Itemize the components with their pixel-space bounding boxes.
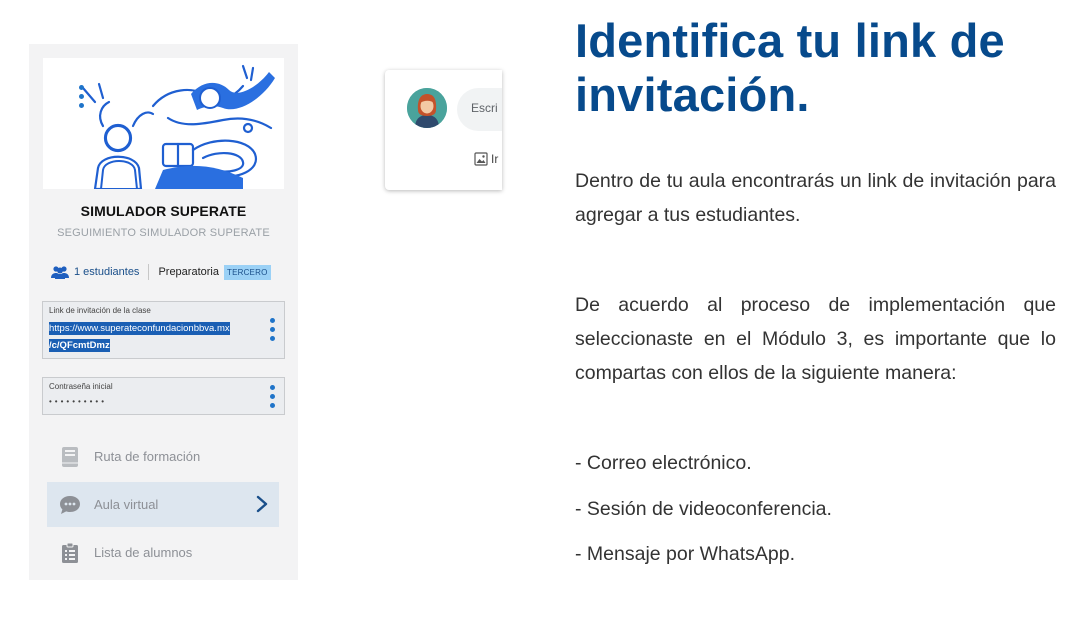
intro-paragraph: Dentro de tu aula encontrarás un link de… — [575, 170, 1056, 226]
class-title: SIMULADOR SUPERATE — [80, 203, 247, 219]
password-value: •••••••••• — [49, 397, 108, 406]
invite-link-value[interactable]: https://www.superateconfundacionbbva.mx … — [49, 320, 256, 354]
invite-link-label: Link de invitación de la clase — [49, 306, 151, 315]
invite-link-line-2: /c/QFcmtDmz — [49, 339, 110, 352]
invite-link-field[interactable]: Link de invitación de la clase https://w… — [42, 301, 285, 359]
class-cover-illustration — [43, 58, 284, 189]
list-item: - Sesión de videoconferencia. — [575, 498, 832, 520]
attach-label: Ir — [491, 152, 499, 166]
nav-item-label: Ruta de formación — [94, 449, 201, 464]
grade-badge: TERCERO — [223, 264, 271, 280]
user-avatar — [407, 88, 447, 128]
student-count: 1 estudiantes — [74, 266, 140, 278]
class-meta: 1 estudiantes Preparatoria TERCERO — [51, 263, 271, 281]
list-item: - Mensaje por WhatsApp. — [575, 543, 796, 565]
invite-link-line-1: https://www.superateconfundacionbbva.mx — [49, 322, 230, 335]
nav-item-ruta-formacion[interactable]: Ruta de formación — [47, 434, 279, 479]
chat-bubble-icon — [59, 494, 81, 516]
people-icon — [51, 266, 69, 279]
clipboard-list-icon — [59, 542, 81, 564]
nav-item-label: Lista de alumnos — [94, 545, 193, 560]
chevron-right-icon — [256, 495, 268, 513]
password-label: Contraseña inicial — [49, 382, 113, 391]
book-icon — [59, 446, 81, 468]
comment-card: Escri Ir — [385, 70, 502, 190]
page-title-line-2: invitación. — [575, 68, 810, 121]
class-subtitle: SEGUIMIENTO SIMULADOR SUPERATE — [57, 227, 270, 239]
page-title-line-1: Identifica tu link de — [575, 14, 1005, 67]
list-item: - Correo electrónico. — [575, 452, 752, 474]
image-icon — [474, 152, 488, 166]
instructions-paragraph: De acuerdo al proceso de implementación … — [575, 294, 1056, 384]
attach-image-button[interactable]: Ir — [474, 152, 498, 166]
password-menu-icon[interactable] — [268, 385, 276, 409]
nav-item-lista-alumnos[interactable]: Lista de alumnos — [47, 530, 279, 575]
cover-menu-icon[interactable] — [77, 85, 85, 113]
password-field[interactable]: Contraseña inicial •••••••••• — [42, 377, 285, 415]
nav-item-label: Aula virtual — [94, 497, 159, 512]
nav-item-aula-virtual[interactable]: Aula virtual — [47, 482, 279, 527]
class-card: SIMULADOR SUPERATE SEGUIMIENTO SIMULADOR… — [29, 44, 298, 580]
school-level: Preparatoria — [158, 266, 219, 278]
divider — [148, 264, 150, 280]
invite-link-menu-icon[interactable] — [268, 318, 276, 342]
comment-input[interactable]: Escri — [457, 88, 502, 131]
page-title: Identifica tu link de invitación. — [575, 14, 1065, 122]
